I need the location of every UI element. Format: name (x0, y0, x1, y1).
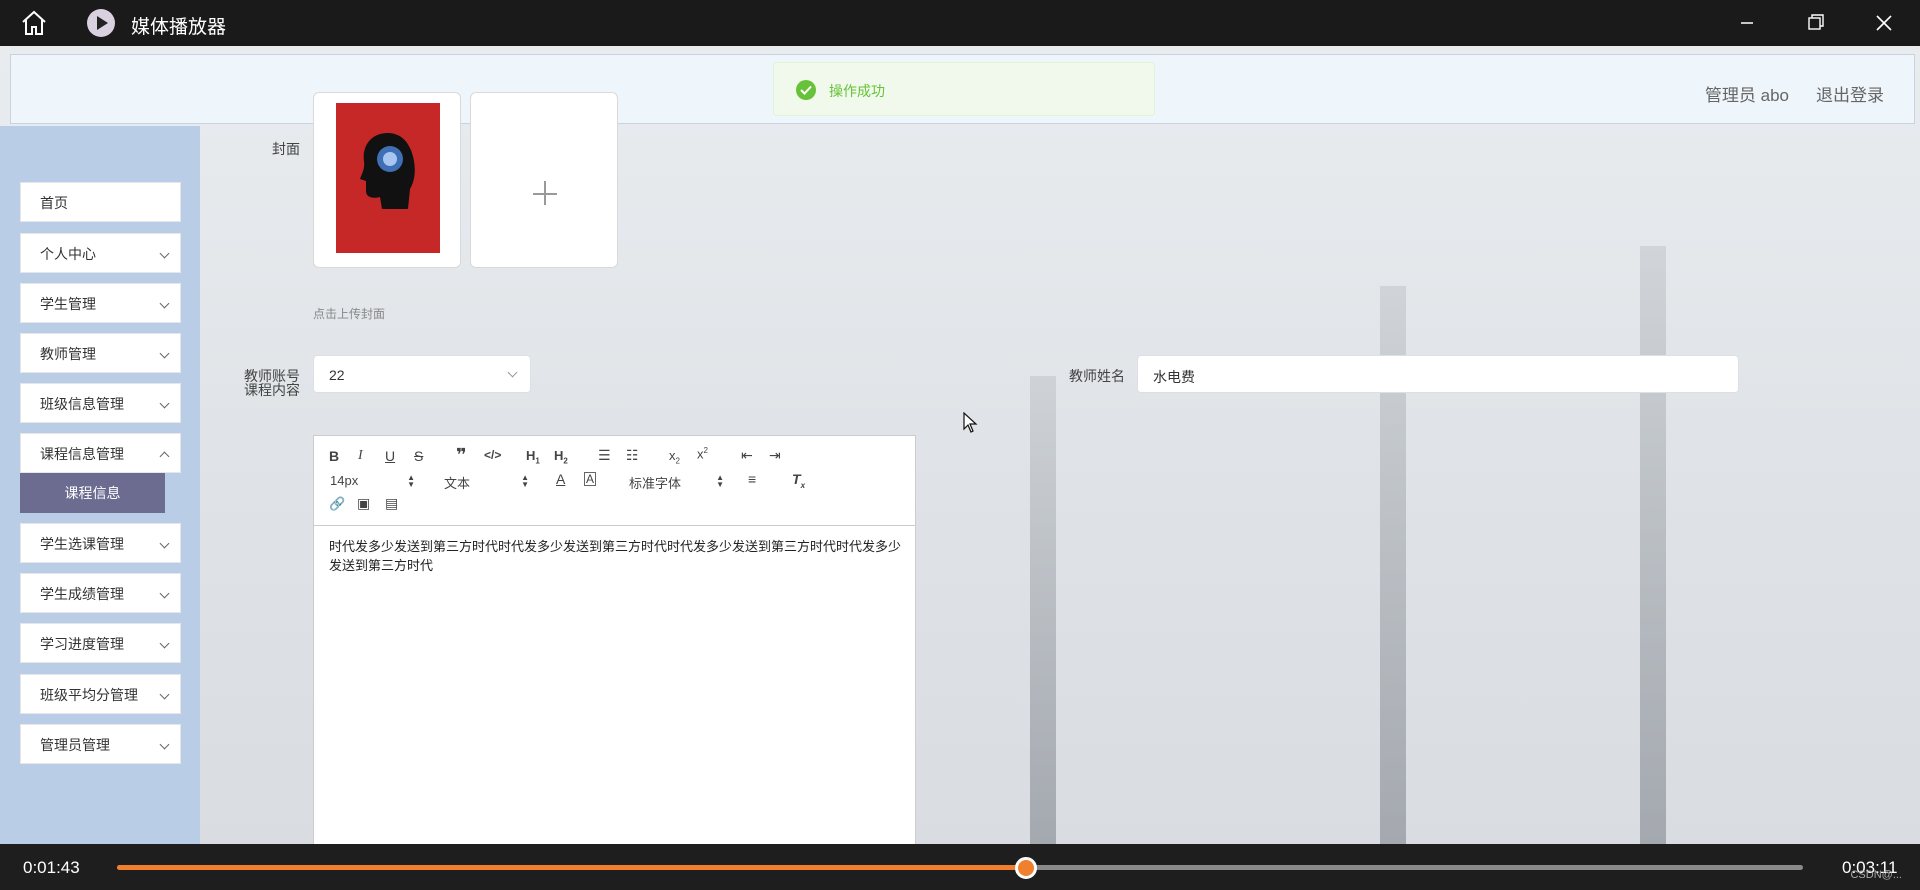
home-icon[interactable] (20, 10, 48, 36)
ordered-list-icon[interactable]: ☰ (598, 447, 611, 464)
media-player-icon (87, 9, 115, 37)
close-icon[interactable] (1867, 8, 1901, 38)
title-bar: 媒体播放器 (0, 0, 1920, 46)
sidebar-item-grades[interactable]: 学生成绩管理 (20, 573, 181, 613)
seek-handle[interactable] (1014, 857, 1037, 879)
sidebar-item-progress[interactable]: 学习进度管理 (20, 623, 181, 663)
head-silhouette-icon (360, 133, 415, 209)
sidebar-item-teachers[interactable]: 教师管理 (20, 333, 181, 373)
cover-upload-hint: 点击上传封面 (313, 307, 386, 321)
font-color-icon[interactable]: A (556, 471, 565, 487)
subscript-button[interactable]: x2 (669, 448, 680, 466)
minimize-icon[interactable] (1730, 8, 1764, 38)
chevron-down-icon (159, 638, 170, 649)
seek-bar[interactable] (117, 857, 1803, 879)
sidebar-item-students[interactable]: 学生管理 (20, 283, 181, 323)
logout-link[interactable]: 退出登录 (1816, 81, 1884, 106)
background-post (1640, 246, 1666, 844)
editor-content[interactable]: 时代发多少发送到第三方时代时代发多少发送到第三方时代时代发多少发送到第三方时代时… (329, 537, 904, 575)
sidebar-item-admins[interactable]: 管理员管理 (20, 724, 181, 764)
strikethrough-button[interactable]: S (414, 448, 423, 464)
bullet-list-icon[interactable]: ☷ (626, 447, 639, 464)
chevron-down-icon (507, 367, 518, 378)
teacher-account-select[interactable]: 22 (313, 355, 531, 393)
sidebar-item-home[interactable]: 首页 (20, 182, 181, 222)
chevron-down-icon (159, 538, 170, 549)
rich-text-editor[interactable]: B I U S ❞ </> H1 H2 ☰ ☷ x2 x2 ⇤ ⇥ 14px ▲… (313, 435, 916, 844)
teacher-name-input[interactable]: 水电费 (1137, 355, 1739, 393)
video-frame: 管理员 abo 退出登录 操作成功 首页 个人中心 学生管理 教师管理 班级信息… (0, 46, 1920, 844)
clear-format-icon[interactable]: Tx (792, 471, 805, 490)
seek-progress (117, 865, 1026, 870)
course-content-label: 课程内容 (244, 382, 300, 398)
chevron-down-icon (159, 298, 170, 309)
updown-icon: ▲ ▼ (716, 473, 724, 489)
admin-user-label[interactable]: 管理员 abo (1705, 81, 1789, 106)
code-icon[interactable]: </> (484, 448, 501, 462)
sidebar-item-course-selection[interactable]: 学生选课管理 (20, 523, 181, 563)
mouse-cursor-icon (963, 412, 978, 433)
cover-upload-button[interactable] (470, 92, 618, 268)
chevron-down-icon (159, 398, 170, 409)
link-icon[interactable]: 🔗 (329, 496, 345, 512)
chevron-down-icon (159, 248, 170, 259)
video-icon[interactable]: ▤ (385, 495, 398, 512)
blockquote-icon[interactable]: ❞ (456, 445, 467, 466)
sidebar-item-profile[interactable]: 个人中心 (20, 233, 181, 273)
success-toast: 操作成功 (773, 62, 1155, 116)
background-post (1030, 376, 1056, 844)
chevron-down-icon (159, 588, 170, 599)
format-picker[interactable]: 文本 ▲ ▼ (444, 473, 529, 492)
font-size-picker[interactable]: 14px ▲ ▼ (330, 473, 415, 489)
chevron-up-icon (159, 451, 170, 462)
restore-icon[interactable] (1798, 8, 1832, 38)
background-color-icon[interactable]: A (584, 472, 597, 486)
media-player-bar: 0:01:43 0:03:11 CSDN@... (0, 844, 1920, 890)
italic-button[interactable]: I (358, 448, 363, 464)
cover-label: 封面 (272, 141, 300, 157)
sidebar-menu: 首页 个人中心 学生管理 教师管理 班级信息管理 课程信息管理 课程信息 学生选… (0, 126, 200, 844)
sidebar-item-courses[interactable]: 课程信息管理 (20, 433, 181, 473)
image-icon[interactable]: ▣ (357, 495, 370, 512)
watermark: CSDN@... (1850, 869, 1902, 881)
updown-icon: ▲ ▼ (407, 473, 415, 489)
sidebar-item-class-average[interactable]: 班级平均分管理 (20, 674, 181, 714)
cover-image-preview[interactable] (313, 92, 461, 268)
teacher-name-label: 教师姓名 (1069, 368, 1125, 384)
editor-toolbar: B I U S ❞ </> H1 H2 ☰ ☷ x2 x2 ⇤ ⇥ 14px ▲… (314, 436, 915, 526)
chevron-down-icon (159, 348, 170, 359)
bold-button[interactable]: B (329, 448, 339, 464)
window-title: 媒体播放器 (131, 17, 227, 38)
book-cover-image (336, 103, 440, 253)
chevron-down-icon (159, 689, 170, 700)
check-circle-icon (796, 80, 816, 100)
heading1-button[interactable]: H1 (526, 448, 540, 466)
current-time: 0:01:43 (23, 858, 80, 877)
heading2-button[interactable]: H2 (554, 448, 568, 466)
toast-message: 操作成功 (829, 83, 885, 99)
outdent-icon[interactable]: ⇤ (741, 447, 753, 464)
sidebar-subitem-course-info[interactable]: 课程信息 (20, 473, 165, 513)
plus-icon (544, 181, 546, 205)
align-left-icon[interactable]: ≡ (748, 471, 756, 487)
updown-icon: ▲ ▼ (521, 473, 529, 489)
underline-button[interactable]: U (385, 448, 395, 464)
superscript-button[interactable]: x2 (697, 446, 708, 461)
chevron-down-icon (159, 739, 170, 750)
indent-icon[interactable]: ⇥ (769, 447, 781, 464)
sidebar-item-classes[interactable]: 班级信息管理 (20, 383, 181, 423)
font-family-picker[interactable]: 标准字体 ▲ ▼ (629, 473, 724, 492)
